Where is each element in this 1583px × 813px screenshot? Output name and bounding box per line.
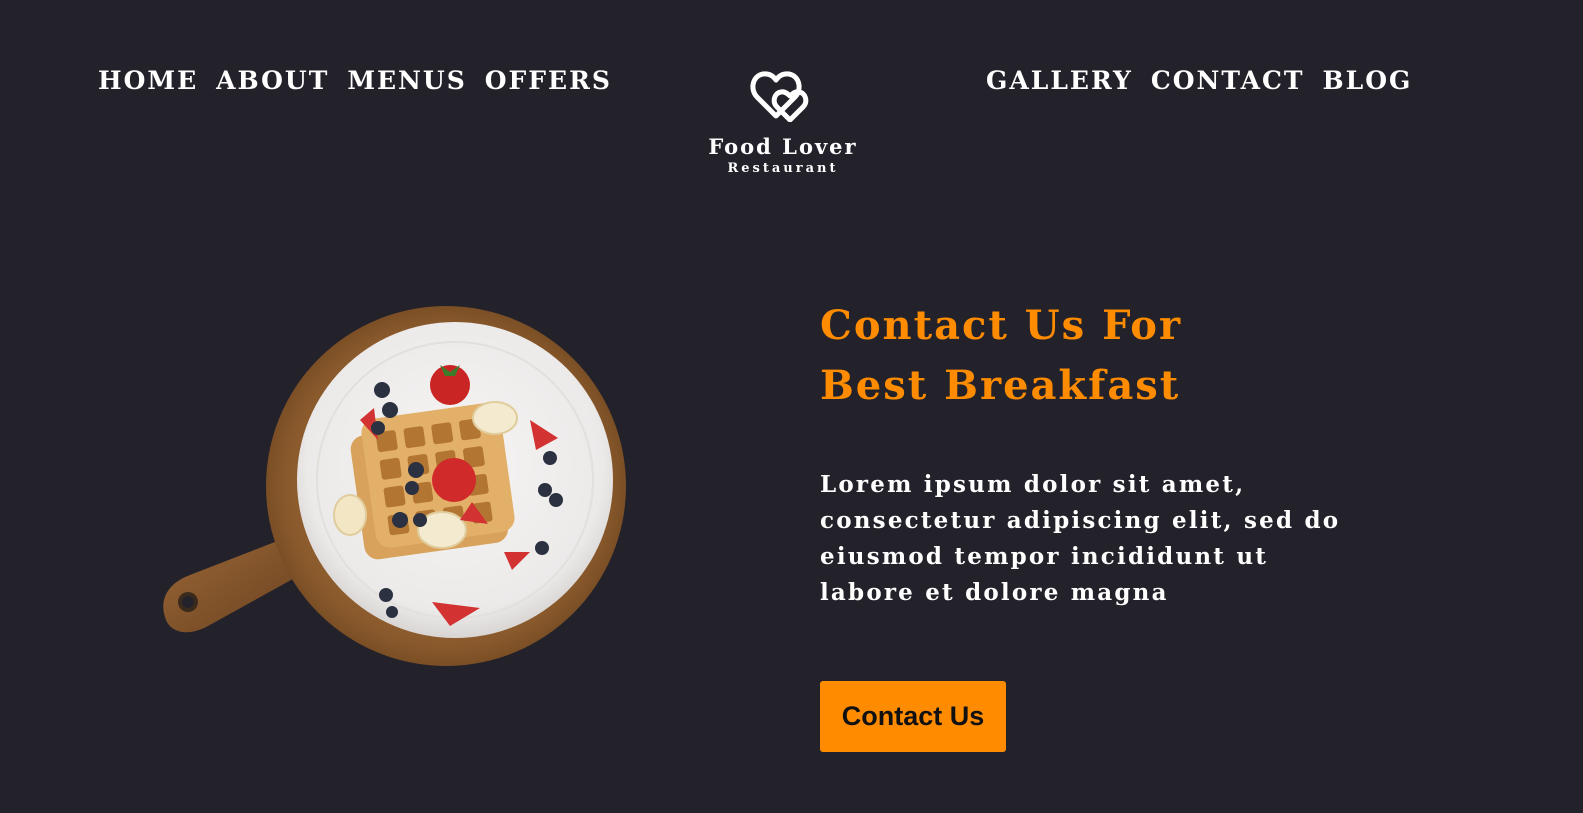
hero-body-text: Lorem ipsum dolor sit amet, consectetur … — [820, 471, 1341, 606]
logo-name: Food Lover — [708, 134, 858, 159]
nav-gallery[interactable]: GALLERY — [986, 66, 1133, 95]
hero-heading-line2: Best Breakfast — [820, 362, 1181, 409]
nav-right: GALLERY CONTACT BLOG — [986, 66, 1412, 95]
contact-us-button[interactable]: Contact Us — [820, 681, 1006, 752]
nav-left: HOME ABOUT MENUS OFFERS — [98, 66, 612, 95]
logo-subtitle: Restaurant — [727, 161, 839, 176]
nav-about[interactable]: ABOUT — [216, 66, 329, 95]
nav-blog[interactable]: BLOG — [1322, 66, 1412, 95]
nav-menus[interactable]: MENUS — [347, 66, 466, 95]
nav-home[interactable]: HOME — [98, 66, 198, 95]
hero-heading: Contact Us For Best Breakfast — [820, 296, 1380, 416]
nav-offers[interactable]: OFFERS — [485, 66, 612, 95]
waffle-plate-image — [163, 306, 626, 666]
nav-contact[interactable]: CONTACT — [1151, 66, 1305, 95]
double-heart-icon — [750, 71, 809, 122]
logo[interactable]: Food Lover Restaurant — [683, 66, 883, 178]
hero-heading-line1: Contact Us For — [820, 302, 1183, 349]
